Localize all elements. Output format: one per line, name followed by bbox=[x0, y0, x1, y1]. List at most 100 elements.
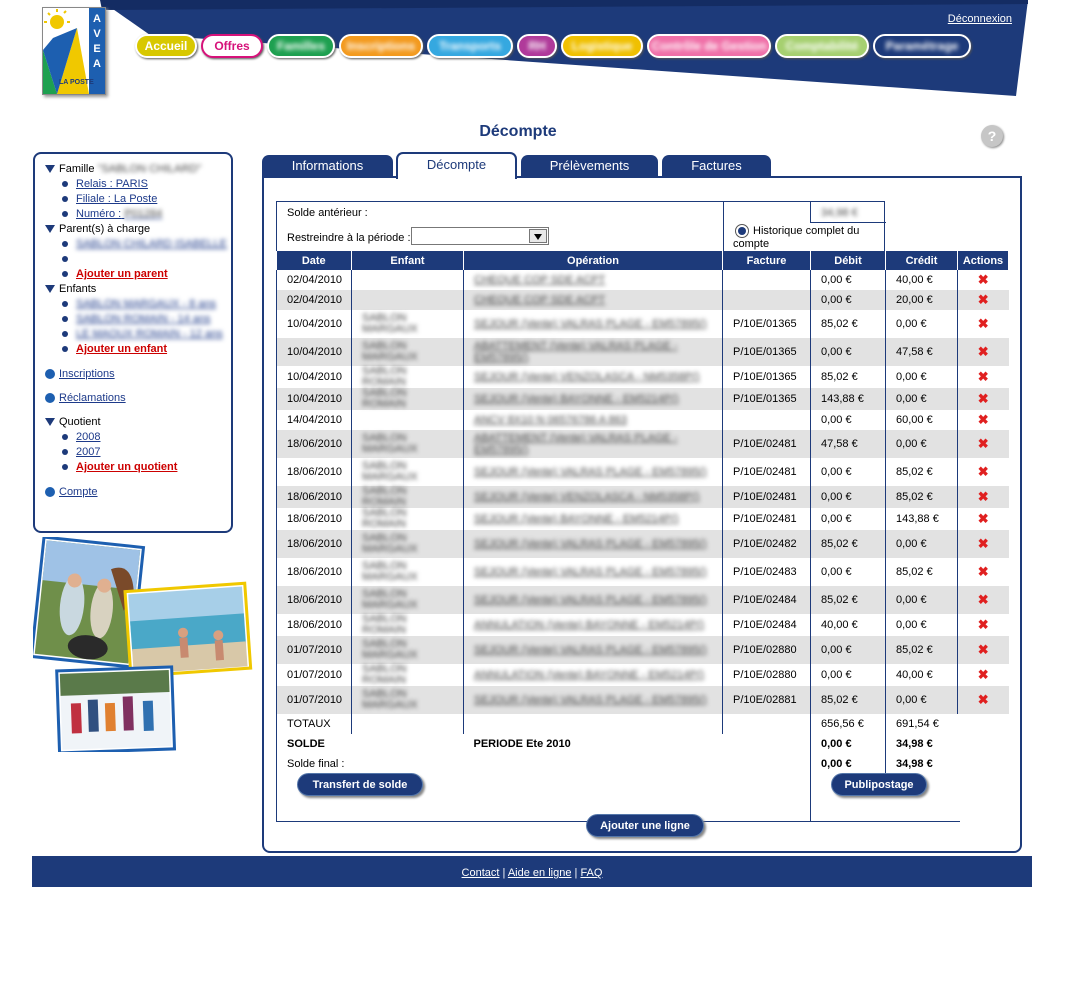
delete-icon[interactable]: ✖ bbox=[957, 410, 1009, 430]
nav-offres[interactable]: Offres bbox=[201, 34, 263, 58]
enfant-cell: SABLON ROMAIN bbox=[362, 387, 407, 410]
numero-link[interactable]: Numéro : P01284 bbox=[76, 208, 162, 220]
column-header[interactable]: Crédit bbox=[885, 251, 958, 270]
add-parent-link[interactable]: Ajouter un parent bbox=[76, 268, 168, 280]
quotient-link[interactable]: 2008 bbox=[76, 431, 100, 443]
publipostage-button[interactable]: Publipostage bbox=[831, 773, 927, 796]
contact-link[interactable]: Contact bbox=[462, 867, 500, 879]
nav-familles[interactable]: Familles bbox=[267, 34, 335, 58]
delete-icon[interactable]: ✖ bbox=[957, 636, 1009, 664]
nav-comptabilit-[interactable]: Comptabilité bbox=[775, 34, 869, 58]
operation-link[interactable]: SEJOUR (Vente) VALRAS PLAGE - EM57895() bbox=[474, 594, 707, 606]
delete-icon[interactable]: ✖ bbox=[957, 508, 1009, 530]
operation-link[interactable]: CHEQUE COP SDE ACPT bbox=[474, 294, 605, 306]
operation-link[interactable]: SEJOUR (Vente) VALRAS PLAGE - EM57895() bbox=[474, 694, 707, 706]
periode-select[interactable] bbox=[411, 227, 549, 245]
operation-link[interactable]: ABATTEMENT (Vente) VALRAS PLAGE - EM5789… bbox=[474, 340, 678, 364]
nav-transports[interactable]: Transports bbox=[427, 34, 513, 58]
column-header[interactable]: Enfant bbox=[351, 251, 464, 270]
debit-cell: 0,00 € bbox=[821, 513, 852, 525]
totaux-label: TOTAUX bbox=[276, 714, 352, 734]
delete-icon[interactable]: ✖ bbox=[957, 366, 1009, 388]
footer-separator: | bbox=[574, 867, 578, 879]
faq-link[interactable]: FAQ bbox=[580, 867, 602, 879]
operation-link[interactable]: SEJOUR (Vente) BAYONNE - EM5214P() bbox=[474, 513, 679, 525]
inscriptions-link[interactable]: Inscriptions bbox=[59, 368, 115, 380]
enfant-link[interactable]: LE MAOUX ROMAIN - 12 ans bbox=[76, 328, 223, 340]
delete-icon[interactable]: ✖ bbox=[957, 388, 1009, 410]
parent-link[interactable]: SABLON CHILARD ISABELLE bbox=[76, 238, 227, 250]
operation-link[interactable]: ANCV 8X10 N 06576786 A 863 bbox=[474, 414, 627, 426]
operation-link[interactable]: ANNULATION (Vente) BAYONNE - EM5214P() bbox=[474, 619, 704, 631]
relais-link[interactable]: Relais : PARIS bbox=[76, 178, 148, 190]
add-enfant-link[interactable]: Ajouter un enfant bbox=[76, 343, 167, 355]
operation-link[interactable]: SEJOUR (Vente) BAYONNE - EM5214P() bbox=[474, 393, 679, 405]
ajouter-ligne-button[interactable]: Ajouter une ligne bbox=[586, 814, 704, 837]
operation-link[interactable]: ABATTEMENT (Vente) VALRAS PLAGE - EM5789… bbox=[474, 432, 678, 456]
nav-param-trage[interactable]: Paramétrage bbox=[873, 34, 971, 58]
tab-decompte[interactable]: Décompte bbox=[396, 152, 517, 179]
delete-icon[interactable]: ✖ bbox=[957, 530, 1009, 558]
nav-accueil[interactable]: Accueil bbox=[135, 34, 197, 58]
reclamations-link[interactable]: Réclamations bbox=[59, 392, 126, 404]
delete-icon[interactable]: ✖ bbox=[957, 270, 1009, 290]
nav-inscriptions[interactable]: Inscriptions bbox=[339, 34, 423, 58]
nav-label: Logistique bbox=[571, 39, 633, 53]
aide-link[interactable]: Aide en ligne bbox=[508, 867, 572, 879]
enfant-link[interactable]: SABLON ROMAIN - 14 ans bbox=[76, 313, 211, 325]
avea-logo[interactable]: AVEA LA POSTE bbox=[42, 7, 106, 95]
delete-icon[interactable]: ✖ bbox=[957, 430, 1009, 458]
column-header[interactable]: Actions bbox=[957, 251, 1009, 270]
operation-link[interactable]: SEJOUR (Vente) VALRAS PLAGE - EM57895() bbox=[474, 466, 707, 478]
collapse-triangle-icon[interactable] bbox=[45, 165, 55, 174]
operation-link[interactable]: SEJOUR (Vente) VENZOLASCA - NM5358P() bbox=[474, 491, 700, 503]
tab-informations[interactable]: Informations bbox=[262, 155, 393, 177]
delete-icon[interactable]: ✖ bbox=[957, 486, 1009, 508]
logout-link[interactable]: Déconnexion bbox=[948, 13, 1012, 25]
delete-icon[interactable]: ✖ bbox=[957, 586, 1009, 614]
collapse-triangle-icon[interactable] bbox=[45, 418, 55, 427]
delete-icon[interactable]: ✖ bbox=[957, 686, 1009, 714]
operation-link[interactable]: SEJOUR (Vente) VENZOLASCA - NM5358P() bbox=[474, 371, 700, 383]
tab-prelevements[interactable]: Prélèvements bbox=[521, 155, 658, 177]
column-header[interactable]: Facture bbox=[722, 251, 811, 270]
column-header[interactable]: Date bbox=[276, 251, 352, 270]
delete-icon[interactable]: ✖ bbox=[957, 664, 1009, 686]
help-icon[interactable]: ? bbox=[981, 125, 1003, 147]
footer-separator: | bbox=[502, 867, 506, 879]
enfant-link[interactable]: SABLON MARGAUX - 8 ans bbox=[76, 298, 216, 310]
delete-icon[interactable]: ✖ bbox=[957, 290, 1009, 310]
add-quotient-link[interactable]: Ajouter un quotient bbox=[76, 461, 177, 473]
enfant-cell: SABLON ROMAIN bbox=[362, 365, 407, 388]
quotient-link[interactable]: 2007 bbox=[76, 446, 100, 458]
operation-link[interactable]: SEJOUR (Vente) VALRAS PLAGE - EM57895() bbox=[474, 538, 707, 550]
delete-icon[interactable]: ✖ bbox=[957, 614, 1009, 636]
nav-logistique[interactable]: Logistique bbox=[561, 34, 643, 58]
delete-icon[interactable]: ✖ bbox=[957, 310, 1009, 338]
delete-icon[interactable]: ✖ bbox=[957, 558, 1009, 586]
transfert-solde-button[interactable]: Transfert de solde bbox=[297, 773, 423, 796]
nav-label: Accueil bbox=[144, 39, 188, 53]
tab-factures[interactable]: Factures bbox=[662, 155, 771, 177]
table-row: 10/04/2010 SABLON ROMAIN SEJOUR (Vente) VE… bbox=[276, 365, 1009, 388]
delete-icon[interactable]: ✖ bbox=[957, 458, 1009, 486]
nav-contr-le-de-gestion[interactable]: Contrôle de Gestion bbox=[647, 34, 771, 58]
column-header[interactable]: Débit bbox=[810, 251, 886, 270]
compte-link[interactable]: Compte bbox=[59, 486, 98, 498]
operation-link[interactable]: SEJOUR (Vente) VALRAS PLAGE - EM57895() bbox=[474, 644, 707, 656]
column-header[interactable]: Opération bbox=[463, 251, 723, 270]
solde-final-row: Solde final : 0,00 € 34,98 € bbox=[276, 754, 1009, 774]
credit-cell: 0,00 € bbox=[896, 371, 927, 383]
operation-link[interactable]: SEJOUR (Vente) VALRAS PLAGE - EM57895() bbox=[474, 566, 707, 578]
delete-icon[interactable]: ✖ bbox=[957, 338, 1009, 366]
operation-link[interactable]: SEJOUR (Vente) VALRAS PLAGE - EM57895() bbox=[474, 318, 707, 330]
solde-label: SOLDE bbox=[276, 734, 352, 754]
collapse-triangle-icon[interactable] bbox=[45, 225, 55, 234]
facture-cell: P/10E/02481 bbox=[733, 513, 797, 525]
nav-rh[interactable]: RH bbox=[517, 34, 557, 58]
operation-link[interactable]: ANNULATION (Vente) BAYONNE - EM5214P() bbox=[474, 669, 704, 681]
collapse-triangle-icon[interactable] bbox=[45, 285, 55, 294]
operation-link[interactable]: CHEQUE COP SDE ACPT bbox=[474, 274, 605, 286]
filiale-link[interactable]: Filiale : La Poste bbox=[76, 193, 157, 205]
dropdown-arrow-icon[interactable] bbox=[529, 229, 547, 243]
